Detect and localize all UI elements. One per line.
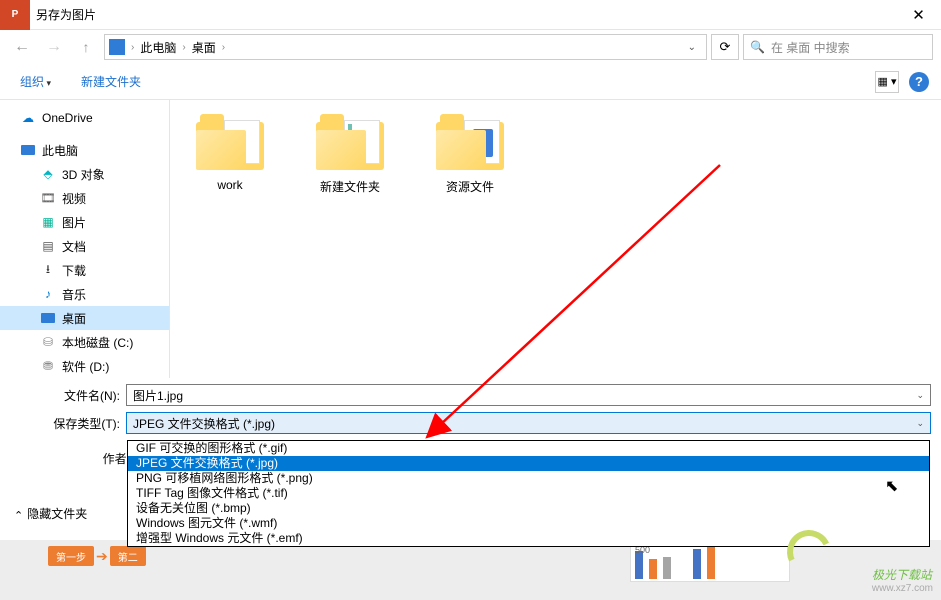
forward-button[interactable]: → [40,33,68,61]
monitor-icon [40,310,56,326]
chevron-right-icon: › [131,42,134,53]
sidebar-item-label: 桌面 [62,310,86,327]
author-label: 作者: [20,450,136,467]
address-box[interactable]: › 此电脑 › 桌面 › ⌄ [104,34,707,60]
sidebar: ☁ OneDrive 此电脑 ⬘ 3D 对象 🎞 视频 ▦ 图片 ▤ 文档 ⭳ 下载 ♪ 音乐… [0,100,170,378]
disk-icon: ⛃ [40,358,56,374]
folder-item[interactable]: 资源文件 [430,114,510,195]
step-badge-1: 第一步 [48,546,94,566]
step-badge-2: 第二 [110,546,146,566]
folder-icon [196,114,264,170]
file-list[interactable]: work 新建文件夹 资源文件 [170,100,941,378]
disk-icon: ⛁ [40,334,56,350]
folder-item[interactable]: 新建文件夹 [310,114,390,195]
download-icon: ⭳ [40,262,56,278]
sidebar-item-desktop[interactable]: 桌面 [0,306,169,330]
dropdown-option[interactable]: PNG 可移植网络图形格式 (*.png) [128,471,929,486]
sidebar-item-pictures[interactable]: ▦ 图片 [0,210,169,234]
refresh-button[interactable]: ⟳ [711,34,739,60]
folder-label: work [217,178,242,192]
sidebar-item-disk-c[interactable]: ⛁ 本地磁盘 (C:) [0,330,169,354]
filetype-combo[interactable]: JPEG 文件交换格式 (*.jpg) ⌄ [126,412,931,434]
breadcrumb-desktop[interactable]: 桌面 [192,39,216,56]
hide-folders-toggle[interactable]: 隐藏文件夹 [14,505,87,522]
sidebar-item-3d[interactable]: ⬘ 3D 对象 [0,162,169,186]
sidebar-item-label: OneDrive [42,111,93,125]
filetype-value: JPEG 文件交换格式 (*.jpg) [133,415,275,432]
filename-value: 图片1.jpg [133,387,183,404]
powerpoint-icon: P [0,0,30,30]
filename-label: 文件名(N): [10,387,126,404]
organize-button[interactable]: 组织 [12,69,59,94]
sidebar-item-music[interactable]: ♪ 音乐 [0,282,169,306]
save-form: 文件名(N): 图片1.jpg ⌄ 保存类型(T): JPEG 文件交换格式 (*… [0,378,941,436]
toolbar: 组织 新建文件夹 ▦ ▾ ? [0,64,941,100]
chevron-right-icon: › [222,42,225,53]
chevron-right-icon: › [182,42,185,53]
watermark-url: www.xz7.com [872,583,933,594]
close-button[interactable]: ✕ [896,0,941,30]
film-icon: 🎞 [40,190,56,206]
sidebar-item-onedrive[interactable]: ☁ OneDrive [0,106,169,130]
filename-input[interactable]: 图片1.jpg ⌄ [126,384,931,406]
folder-icon [316,114,384,170]
sidebar-item-label: 此电脑 [42,142,78,159]
cube-icon: ⬘ [40,166,56,182]
folder-label: 新建文件夹 [320,178,380,195]
view-mode-button[interactable]: ▦ ▾ [875,71,899,93]
sidebar-item-label: 软件 (D:) [62,358,109,375]
sidebar-item-label: 3D 对象 [62,166,105,183]
cloud-icon: ☁ [20,110,36,126]
new-folder-button[interactable]: 新建文件夹 [73,69,149,94]
filetype-label: 保存类型(T): [10,415,126,432]
folder-item[interactable]: work [190,114,270,192]
dropdown-option-selected[interactable]: JPEG 文件交换格式 (*.jpg) [128,456,929,471]
sidebar-item-label: 下载 [62,262,86,279]
cursor-icon: ⬉ [885,476,898,496]
chevron-down-icon[interactable]: ⌄ [916,390,924,401]
image-icon: ▦ [40,214,56,230]
sidebar-item-label: 本地磁盘 (C:) [62,334,133,351]
folder-label: 资源文件 [446,178,494,195]
window-title: 另存为图片 [36,6,896,23]
address-dropdown-icon[interactable]: ⌄ [682,42,702,53]
body-area: ☁ OneDrive 此电脑 ⬘ 3D 对象 🎞 视频 ▦ 图片 ▤ 文档 ⭳ 下载 ♪ 音乐… [0,100,941,378]
sidebar-item-label: 音乐 [62,286,86,303]
up-button[interactable]: ↑ [72,33,100,61]
chart-thumbnail: 500 [630,542,790,582]
sidebar-item-video[interactable]: 🎞 视频 [0,186,169,210]
search-input[interactable]: 🔍 在 桌面 中搜索 [743,34,933,60]
dropdown-option[interactable]: 设备无关位图 (*.bmp) [128,501,929,516]
dropdown-option[interactable]: GIF 可交换的图形格式 (*.gif) [128,441,929,456]
folder-icon [436,114,504,170]
search-icon: 🔍 [750,40,765,54]
help-button[interactable]: ? [909,72,929,92]
chevron-down-icon[interactable]: ⌄ [916,418,924,429]
monitor-icon [20,142,36,158]
dropdown-option[interactable]: TIFF Tag 图像文件格式 (*.tif) [128,486,929,501]
address-bar: ← → ↑ › 此电脑 › 桌面 › ⌄ ⟳ 🔍 在 桌面 中搜索 [0,30,941,64]
sidebar-item-downloads[interactable]: ⭳ 下载 [0,258,169,282]
arrow-right-icon: ➔ [96,548,108,565]
titlebar: P 另存为图片 ✕ [0,0,941,30]
back-button[interactable]: ← [8,33,36,61]
sidebar-item-disk-d[interactable]: ⛃ 软件 (D:) [0,354,169,378]
music-icon: ♪ [40,286,56,302]
breadcrumb-pc[interactable]: 此电脑 [140,39,176,56]
watermark-name: 极光下载站 [872,568,932,582]
sidebar-item-label: 视频 [62,190,86,207]
document-icon: ▤ [40,238,56,254]
sidebar-item-pc[interactable]: 此电脑 [0,138,169,162]
hide-folders-label: 隐藏文件夹 [27,505,87,522]
sidebar-item-label: 文档 [62,238,86,255]
sidebar-item-documents[interactable]: ▤ 文档 [0,234,169,258]
search-placeholder: 在 桌面 中搜索 [771,39,850,56]
watermark: 极光下载站 www.xz7.com [872,566,933,594]
pc-icon [109,39,125,55]
sidebar-item-label: 图片 [62,214,86,231]
